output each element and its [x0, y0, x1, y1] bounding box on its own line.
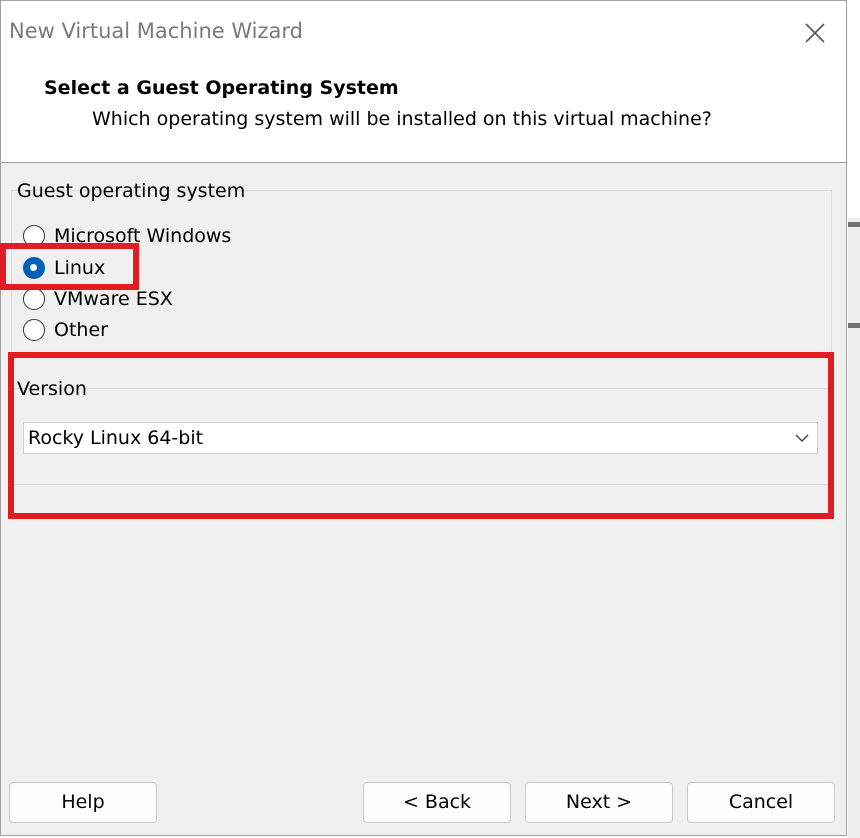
radio-button[interactable]	[23, 319, 45, 341]
background-divider	[848, 222, 860, 227]
radio-button[interactable]	[23, 288, 45, 310]
highlight-box-version	[8, 352, 834, 519]
background-window-edge	[848, 218, 860, 838]
radio-label: VMware ESX	[54, 288, 173, 310]
title-bar: New Virtual Machine Wizard	[1, 1, 846, 65]
cancel-button[interactable]: Cancel	[687, 782, 835, 823]
close-icon	[805, 23, 825, 43]
background-divider	[848, 323, 860, 328]
back-button[interactable]: < Back	[363, 782, 511, 823]
next-button[interactable]: Next >	[525, 782, 673, 823]
radio-other[interactable]: Other	[23, 317, 108, 343]
page-subtitle: Which operating system will be installed…	[92, 108, 712, 130]
wizard-header: Select a Guest Operating System Which op…	[1, 65, 846, 163]
page-title: Select a Guest Operating System	[44, 77, 399, 99]
radio-label: Other	[54, 319, 108, 341]
highlight-box-linux	[0, 243, 139, 290]
help-button[interactable]: Help	[9, 782, 157, 823]
window-title: New Virtual Machine Wizard	[9, 19, 303, 43]
close-button[interactable]	[797, 15, 833, 51]
guest-os-group-label: Guest operating system	[17, 180, 246, 202]
